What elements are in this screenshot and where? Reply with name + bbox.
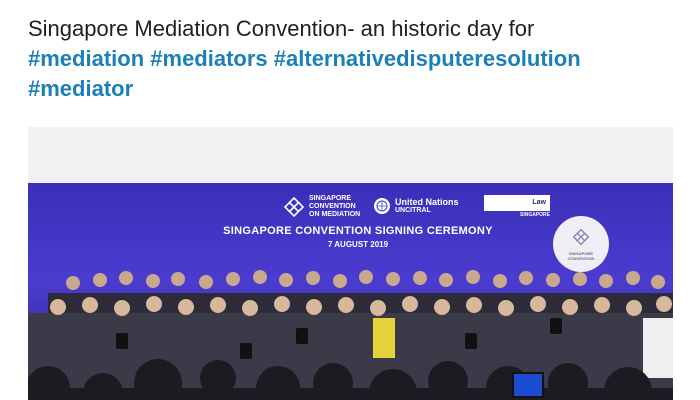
crowd-illustration bbox=[28, 270, 673, 400]
camera-screen bbox=[512, 372, 544, 398]
media-card[interactable]: SINGAPORE CONVENTION ON MEDIATION United… bbox=[28, 127, 673, 400]
hashtag-mediators[interactable]: #mediators bbox=[150, 46, 267, 71]
hashtag-list: #mediation #mediators #alternativedisput… bbox=[28, 44, 678, 104]
ceremony-photo[interactable]: SINGAPORE CONVENTION ON MEDIATION United… bbox=[28, 183, 673, 400]
post-text: Singapore Mediation Convention- an histo… bbox=[28, 14, 678, 104]
hashtag-mediator[interactable]: #mediator bbox=[28, 76, 133, 101]
post-caption: Singapore Mediation Convention- an histo… bbox=[28, 16, 535, 41]
hashtag-mediation[interactable]: #mediation bbox=[28, 46, 144, 71]
hashtag-alternativedisputeresolution[interactable]: #alternativedisputeresolution bbox=[274, 46, 581, 71]
